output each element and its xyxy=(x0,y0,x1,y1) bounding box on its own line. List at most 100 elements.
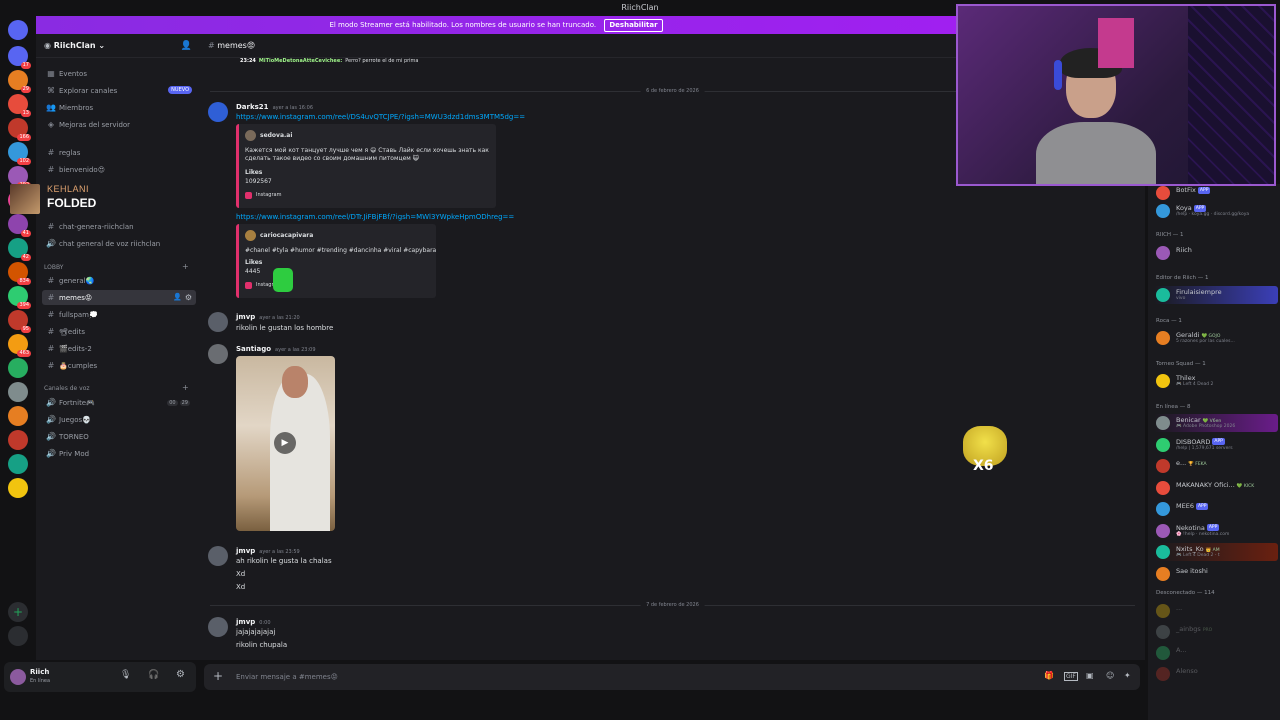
member-item[interactable]: ... xyxy=(1154,602,1278,620)
member-item[interactable]: Riich xyxy=(1154,244,1278,262)
microphone-icon[interactable]: 🎙 xyxy=(120,670,131,680)
category-lobby[interactable]: LOBBY + xyxy=(44,262,189,271)
message-author[interactable]: jmvp ayer a las 21:20 xyxy=(236,313,300,321)
server-icon[interactable]: 102 xyxy=(8,142,31,165)
channel-lobby-item[interactable]: # memes😡 👤 ⚙ xyxy=(42,290,196,305)
member-item[interactable]: Firulaisiempre vivo xyxy=(1154,286,1278,304)
notification-badge: 394 xyxy=(17,302,31,309)
gif-icon[interactable]: GIF xyxy=(1064,672,1078,681)
voice-channel[interactable]: 🔊 TORNEO xyxy=(42,429,196,444)
member-item[interactable]: Nxits_Ko 👑 AM 🎮 Left 4 Dead 2 - t xyxy=(1154,543,1278,561)
server-icon[interactable]: 292 xyxy=(8,166,31,189)
server-icon[interactable] xyxy=(8,454,28,474)
channel-chat-general[interactable]: # chat-genera-riichclan xyxy=(42,219,196,234)
member-item[interactable]: MEE6 APP xyxy=(1154,500,1278,518)
server-icon[interactable] xyxy=(8,382,28,402)
sidebar-item[interactable]: ▦ Eventos xyxy=(42,66,196,81)
server-header[interactable]: ◉ RiichClan ⌄ 👤 xyxy=(36,34,200,58)
category-voice[interactable]: Canales de voz + xyxy=(44,383,189,392)
channel-bienvenido[interactable]: # bienvenido😍 xyxy=(42,162,196,177)
channel-lobby-item[interactable]: # 🎂cumples xyxy=(42,358,196,373)
server-icon[interactable] xyxy=(8,478,28,498)
embed-source: Instagram xyxy=(256,192,282,198)
emoji-icon[interactable]: ☺ xyxy=(1106,671,1114,680)
headphones-icon[interactable]: 🎧 xyxy=(148,670,159,680)
add-server-icon[interactable]: + xyxy=(8,602,28,622)
avatar[interactable] xyxy=(208,546,228,566)
avatar[interactable] xyxy=(208,102,228,122)
home-button[interactable] xyxy=(8,20,28,40)
channel-lobby-item[interactable]: # 🎬edits-2 xyxy=(42,341,196,356)
voice-channel[interactable]: 🔊 Priv Mod xyxy=(42,446,196,461)
member-name-row: MAKANAKY Ofici... 💚 KICK xyxy=(1176,481,1254,489)
member-item[interactable]: Nekotina APP 🌸 !help · nekotina.com xyxy=(1154,522,1278,540)
embed-account[interactable]: sedova.ai xyxy=(260,132,292,139)
instagram-link[interactable]: https://www.instagram.com/reel/DTr.JiFBj… xyxy=(236,213,514,221)
speaker-icon: 🔊 xyxy=(46,449,56,458)
instagram-link[interactable]: https://www.instagram.com/reel/DS4uvQTCJ… xyxy=(236,113,525,121)
disable-streamer-button[interactable]: Deshabilitar xyxy=(604,19,663,32)
member-item[interactable]: Geraldi 💚 GOJO 5 razones por las cuales... xyxy=(1154,329,1278,347)
member-item[interactable]: Thilex 🎮 Left 4 Dead 2 xyxy=(1154,372,1278,390)
member-item[interactable]: A... xyxy=(1154,644,1278,662)
server-icon[interactable] xyxy=(8,430,28,450)
invite-icon[interactable]: 👤 xyxy=(181,41,192,51)
play-icon[interactable]: ▶ xyxy=(274,432,296,454)
sidebar-item[interactable]: ⌘ Explorar canales NUEVO xyxy=(42,83,196,98)
member-item[interactable]: DISBOARD APP/help | 1,579,671 servers xyxy=(1154,436,1278,454)
avatar[interactable] xyxy=(10,669,26,685)
sidebar-item[interactable]: ◈ Mejoras del servidor xyxy=(42,117,196,132)
server-icon[interactable]: 394 xyxy=(8,286,31,309)
member-item[interactable]: Koya APP/help · koya.gg · discord.gg/koya xyxy=(1154,202,1278,220)
server-icon[interactable]: 166 xyxy=(8,118,31,141)
add-attachment-icon[interactable]: + xyxy=(213,669,223,683)
apps-icon[interactable]: ✦ xyxy=(1124,671,1131,680)
member-item[interactable]: BotFix APP xyxy=(1154,184,1278,202)
video-attachment[interactable]: ▶ xyxy=(236,356,335,531)
member-item[interactable]: _ainbgs PRO xyxy=(1154,623,1278,641)
channel-lobby-item[interactable]: # 📽edits xyxy=(42,324,196,339)
member-item[interactable]: e... 🏆 FEKA xyxy=(1154,457,1278,475)
channel-lobby-item[interactable]: # general🌏 xyxy=(42,273,196,288)
message-author[interactable]: jmvp 0:00 xyxy=(236,618,271,626)
server-icon[interactable]: 41 xyxy=(8,214,31,237)
server-icon[interactable]: 95 xyxy=(8,310,31,333)
channel-settings-icon[interactable]: ⚙ xyxy=(185,290,192,305)
sidebar-item[interactable]: 👥 Miembros xyxy=(42,100,196,115)
voice-channel[interactable]: 🔊 Juegos💀 xyxy=(42,412,196,427)
avatar[interactable] xyxy=(208,344,228,364)
message-author[interactable]: Santiago ayer a las 23:09 xyxy=(236,345,316,353)
green-sticker xyxy=(273,268,293,292)
server-icon[interactable]: 13 xyxy=(8,94,31,117)
add-channel-icon[interactable]: + xyxy=(182,262,189,271)
member-item[interactable]: Alenso xyxy=(1154,665,1278,683)
server-icon[interactable] xyxy=(8,358,28,378)
add-channel-icon[interactable]: + xyxy=(182,383,189,392)
discover-icon[interactable] xyxy=(8,626,28,646)
channel-lobby-item[interactable]: # fullspam💭 xyxy=(42,307,196,322)
server-icon[interactable]: 834 xyxy=(8,262,31,285)
member-add-icon[interactable]: 👤 xyxy=(173,290,182,305)
message-composer[interactable]: + Enviar mensaje a #memes😡 🎁 GIF ▣ ☺ ✦ xyxy=(204,664,1140,690)
server-icon[interactable]: 29 xyxy=(8,70,31,93)
member-item[interactable]: Sae itoshi xyxy=(1154,565,1278,583)
channel-title: memes😡 xyxy=(217,41,256,50)
channel-voice-general[interactable]: 🔊 chat general de voz riichclan xyxy=(42,236,196,251)
server-icon[interactable]: 463 xyxy=(8,334,31,357)
embed-text: Кажется мой кот танцует лучше чем я 😄 Ст… xyxy=(245,147,489,154)
server-icon[interactable]: 17 xyxy=(8,46,31,69)
member-item[interactable]: Benicar 💚 V6en 🎮 Adobe Photoshop 2026 xyxy=(1154,414,1278,432)
settings-icon[interactable]: ⚙ xyxy=(176,669,185,680)
server-icon[interactable]: 42 xyxy=(8,238,31,261)
message-author[interactable]: Darks21 ayer a las 16:06 xyxy=(236,103,313,111)
member-item[interactable]: MAKANAKY Ofici... 💚 KICK xyxy=(1154,479,1278,497)
embed-account[interactable]: cariocacapivara xyxy=(260,232,313,239)
sticker-icon[interactable]: ▣ xyxy=(1086,671,1094,680)
channel-reglas[interactable]: # reglas xyxy=(42,145,196,160)
voice-channel[interactable]: 🔊 Fortnite🎮 00 29 xyxy=(42,395,196,410)
avatar[interactable] xyxy=(208,312,228,332)
gift-icon[interactable]: 🎁 xyxy=(1044,671,1054,680)
message-author[interactable]: jmvp ayer a las 23:59 xyxy=(236,547,300,555)
server-icon[interactable] xyxy=(8,406,28,426)
avatar[interactable] xyxy=(208,617,228,637)
